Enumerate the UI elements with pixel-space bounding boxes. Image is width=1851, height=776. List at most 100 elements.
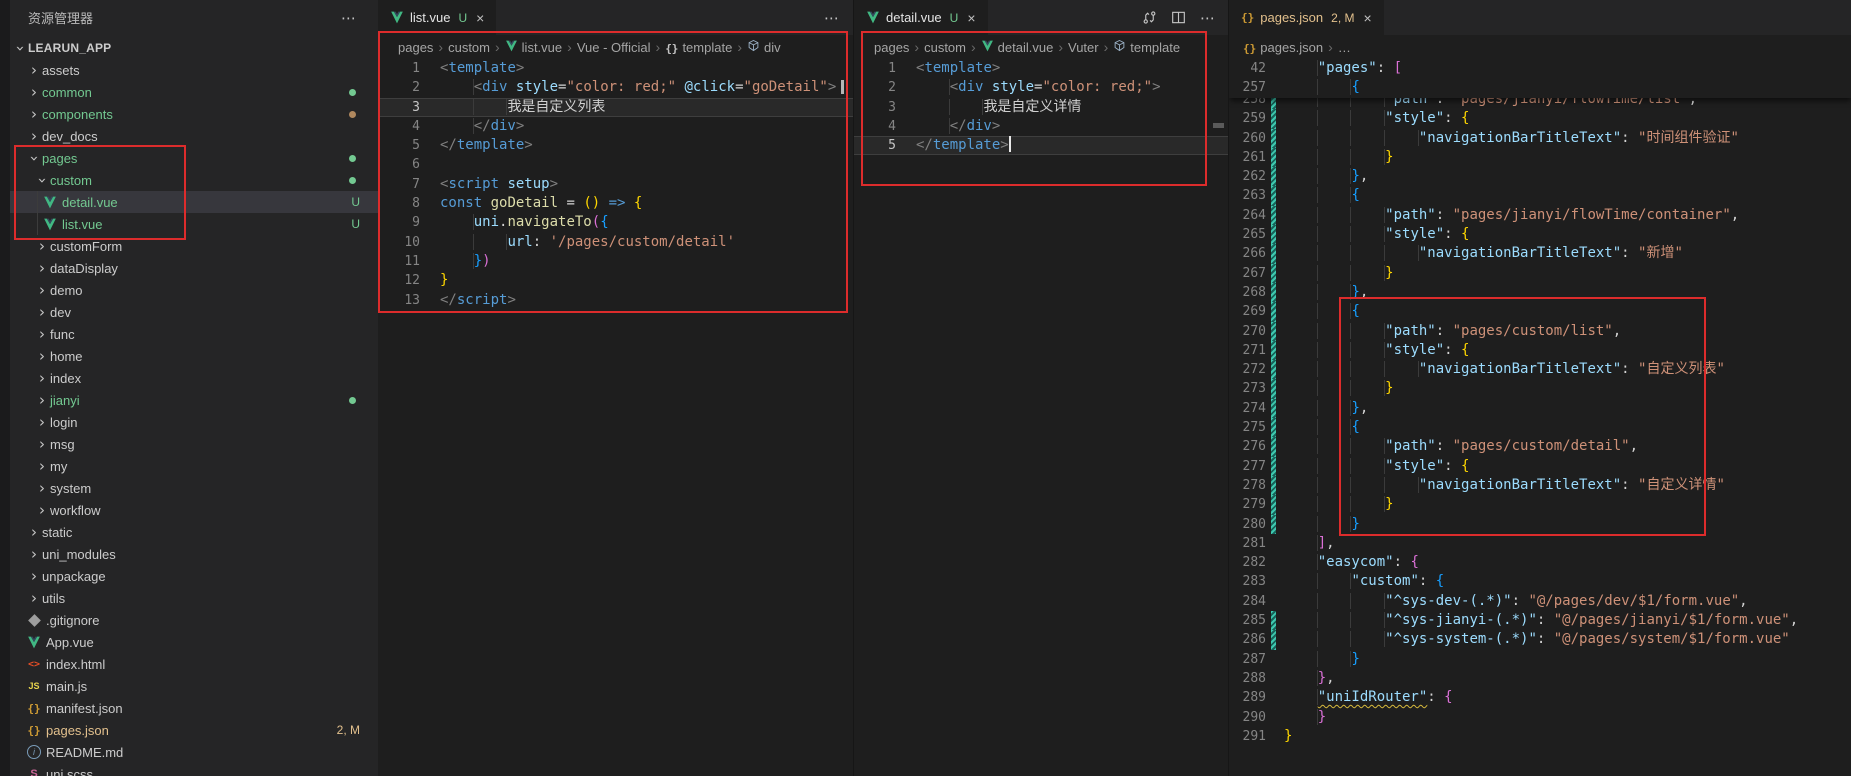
breadcrumb-item[interactable]: detail.vue	[981, 40, 1054, 55]
sidebar-folder-func[interactable]: ›func	[10, 323, 378, 345]
line-number[interactable]: 263	[1229, 186, 1266, 205]
code-line-3[interactable]: 3 我是自定义列表	[378, 98, 853, 117]
line-number[interactable]: 274	[1229, 399, 1266, 418]
sidebar-folder-dev[interactable]: ›dev	[10, 301, 378, 323]
line-number[interactable]: 271	[1229, 341, 1266, 360]
line-number[interactable]: 259	[1229, 109, 1266, 128]
line-number[interactable]: 273	[1229, 379, 1266, 398]
line-number[interactable]: 269	[1229, 302, 1266, 321]
code-line-278[interactable]: 278 "navigationBarTitleText": "自定义详情"	[1229, 476, 1851, 495]
code-line-282[interactable]: 282 "easycom": {	[1229, 553, 1851, 572]
code-line-11[interactable]: 11 })	[378, 252, 853, 271]
breadcrumb-item[interactable]: …	[1338, 40, 1351, 55]
line-number[interactable]: 279	[1229, 495, 1266, 514]
code-line-265[interactable]: 265 "style": {	[1229, 225, 1851, 244]
explorer-more-actions-icon[interactable]: ⋯	[341, 9, 356, 27]
open-changes-icon[interactable]	[1142, 10, 1157, 25]
chevron-right-icon[interactable]: ›	[34, 327, 50, 342]
line-number[interactable]: 1	[378, 59, 420, 78]
line-number[interactable]: 6	[378, 155, 420, 174]
code-line-279[interactable]: 279 }	[1229, 495, 1851, 514]
breadcrumb-item[interactable]: pages	[874, 40, 909, 55]
line-number[interactable]: 283	[1229, 572, 1266, 591]
breadcrumb-item[interactable]: pages	[398, 40, 433, 55]
code-line-12[interactable]: 12}	[378, 271, 853, 290]
code-line-281[interactable]: 281 ],	[1229, 534, 1851, 553]
sidebar-folder-demo[interactable]: ›demo	[10, 279, 378, 301]
line-number[interactable]: 276	[1229, 437, 1266, 456]
chevron-right-icon[interactable]: ›	[26, 85, 42, 100]
chevron-right-icon[interactable]: ›	[34, 283, 50, 298]
line-number[interactable]: 5	[378, 136, 420, 155]
code-editor-pages-json[interactable]: 258 "path": "pages/jianyi/flowTime/list"…	[1229, 59, 1851, 776]
code-line-266[interactable]: 266 "navigationBarTitleText": "新增"	[1229, 244, 1851, 263]
breadcrumb-item[interactable]: custom	[448, 40, 490, 55]
breadcrumb[interactable]: pages›custom›detail.vue›Vuter›template	[854, 35, 1229, 59]
split-editor-icon[interactable]	[1171, 10, 1186, 25]
sticky-scroll[interactable]: 42 "pages": [257 {	[1229, 59, 1851, 98]
breadcrumb-item[interactable]: Vue - Official	[577, 40, 651, 55]
line-number[interactable]: 277	[1229, 457, 1266, 476]
line-number[interactable]: 4	[854, 117, 896, 136]
sidebar-file-main-js[interactable]: JSmain.js	[10, 675, 378, 697]
code-line-286[interactable]: 286 "^sys-system-(.*)": "@/pages/system/…	[1229, 630, 1851, 649]
code-line-42[interactable]: 42 "pages": [	[1229, 59, 1851, 78]
close-icon[interactable]: ×	[967, 10, 975, 26]
code-line-270[interactable]: 270 "path": "pages/custom/list",	[1229, 322, 1851, 341]
line-number[interactable]: 265	[1229, 225, 1266, 244]
sidebar-folder-jianyi[interactable]: ›jianyi	[10, 389, 378, 411]
sidebar-folder-pages[interactable]: ›pages	[10, 147, 378, 169]
code-line-9[interactable]: 9 uni.navigateTo({	[378, 213, 853, 232]
line-number[interactable]: 282	[1229, 553, 1266, 572]
tab-detail-vue[interactable]: detail.vue U ×	[854, 0, 989, 35]
code-line-291[interactable]: 291}	[1229, 727, 1851, 746]
breadcrumb-item[interactable]: template	[1113, 39, 1180, 55]
sidebar-file-index-html[interactable]: <>index.html	[10, 653, 378, 675]
code-line-3[interactable]: 3 我是自定义详情	[854, 98, 1229, 117]
line-number[interactable]: 12	[378, 271, 420, 290]
code-line-10[interactable]: 10 url: '/pages/custom/detail'	[378, 233, 853, 252]
code-line-283[interactable]: 283 "custom": {	[1229, 572, 1851, 591]
sidebar-file--gitignore[interactable]: .gitignore	[10, 609, 378, 631]
code-line-267[interactable]: 267 }	[1229, 264, 1851, 283]
code-editor-list-vue[interactable]: 1<template>2 <div style="color: red;" @c…	[378, 59, 853, 776]
line-number[interactable]: 272	[1229, 360, 1266, 379]
breadcrumb-item[interactable]: {}template	[665, 40, 732, 55]
line-number[interactable]: 289	[1229, 688, 1266, 707]
scrollbar-thumb[interactable]	[1213, 123, 1224, 128]
code-line-261[interactable]: 261 }	[1229, 148, 1851, 167]
line-number[interactable]: 278	[1229, 476, 1266, 495]
sidebar-folder-my[interactable]: ›my	[10, 455, 378, 477]
code-line-1[interactable]: 1<template>	[854, 59, 1229, 78]
code-line-6[interactable]: 6	[378, 155, 853, 174]
line-number[interactable]: 3	[378, 98, 420, 117]
line-number[interactable]: 268	[1229, 283, 1266, 302]
chevron-down-icon[interactable]: ›	[13, 40, 28, 56]
sidebar-file-detail-vue[interactable]: detail.vueU	[10, 191, 378, 213]
tab-list-vue[interactable]: list.vue U ×	[378, 0, 497, 35]
sidebar-folder-custom[interactable]: ›custom	[10, 169, 378, 191]
code-line-260[interactable]: 260 "navigationBarTitleText": "时间组件验证"	[1229, 129, 1851, 148]
line-number[interactable]: 4	[378, 117, 420, 136]
code-line-272[interactable]: 272 "navigationBarTitleText": "自定义列表"	[1229, 360, 1851, 379]
sidebar-folder-customform[interactable]: ›customForm	[10, 235, 378, 257]
code-editor-detail-vue[interactable]: 1<template>2 <div style="color: red;">3 …	[854, 59, 1229, 776]
close-icon[interactable]: ×	[1363, 10, 1371, 26]
line-number[interactable]: 2	[854, 78, 896, 97]
sidebar-folder-login[interactable]: ›login	[10, 411, 378, 433]
code-line-262[interactable]: 262 },	[1229, 167, 1851, 186]
sidebar-folder-datadisplay[interactable]: ›dataDisplay	[10, 257, 378, 279]
sidebar-folder-home[interactable]: ›home	[10, 345, 378, 367]
sidebar-folder-utils[interactable]: ›utils	[10, 587, 378, 609]
chevron-right-icon[interactable]: ›	[34, 239, 50, 254]
breadcrumb[interactable]: {}pages.json›…	[1229, 35, 1851, 59]
sidebar-folder-unpackage[interactable]: ›unpackage	[10, 565, 378, 587]
line-number[interactable]: 286	[1229, 630, 1266, 649]
chevron-down-icon[interactable]: ›	[35, 172, 50, 188]
line-number[interactable]: 285	[1229, 611, 1266, 630]
code-line-277[interactable]: 277 "style": {	[1229, 457, 1851, 476]
sidebar-folder-system[interactable]: ›system	[10, 477, 378, 499]
code-line-273[interactable]: 273 }	[1229, 379, 1851, 398]
code-line-288[interactable]: 288 },	[1229, 669, 1851, 688]
code-line-7[interactable]: 7<script setup>	[378, 175, 853, 194]
